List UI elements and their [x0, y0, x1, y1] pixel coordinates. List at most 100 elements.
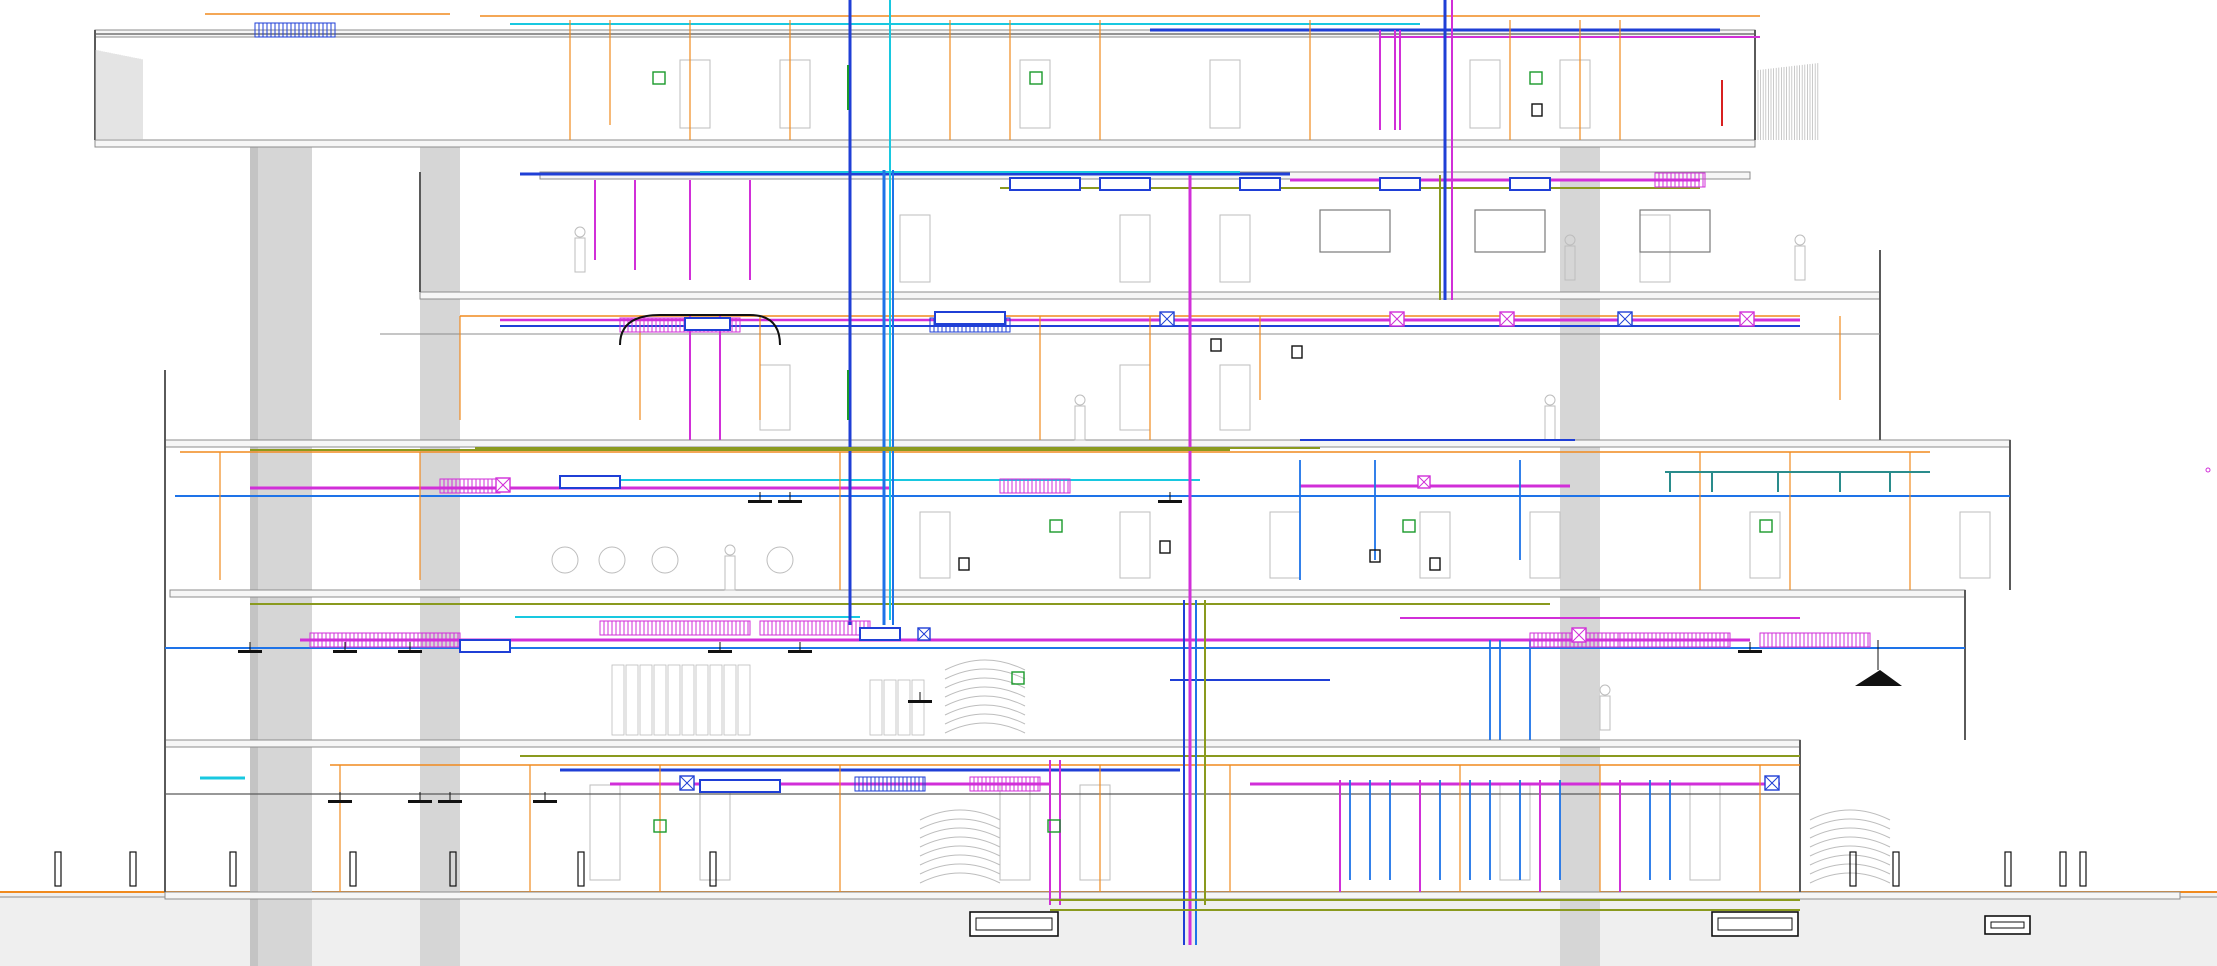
bollard — [709, 851, 717, 887]
rectangular-duct-segment — [859, 627, 901, 641]
air-diffuser — [328, 800, 352, 803]
floor-slab-4 — [419, 291, 1881, 300]
flexible-duct — [759, 620, 871, 636]
person-figure-head — [1074, 394, 1086, 406]
mechanical-unit-3 — [1984, 915, 2031, 935]
air-diffuser — [1158, 500, 1182, 503]
rectangular-duct-segment — [559, 475, 621, 489]
duct-damper-symbol — [1739, 311, 1755, 327]
interior-door — [1269, 511, 1301, 579]
rectangular-duct-segment — [1239, 177, 1281, 191]
flexible-duct — [599, 620, 751, 636]
interior-door — [1219, 364, 1251, 431]
structural-column-1 — [250, 140, 312, 966]
person-figure-head — [1599, 684, 1611, 696]
interior-door — [1959, 511, 1991, 579]
control-panel-box — [1402, 519, 1416, 533]
control-panel-box — [1529, 71, 1543, 85]
duct-damper-symbol — [917, 627, 931, 641]
control-panel-box — [1759, 519, 1773, 533]
duct-damper-symbol — [1499, 311, 1515, 327]
equipment-symbols — [238, 71, 2211, 937]
bookshelf-unit — [723, 664, 737, 736]
person-figure-body — [574, 237, 586, 273]
mechanical-unit-1 — [969, 911, 1059, 937]
interior-door — [1469, 59, 1501, 129]
duct-damper-symbol — [495, 477, 511, 493]
floor-slab-8 — [164, 891, 2181, 900]
bookshelf-unit — [667, 664, 681, 736]
interior-door — [1119, 364, 1151, 431]
bookshelf-unit — [869, 679, 883, 736]
bollard — [349, 851, 357, 887]
access-panel — [1291, 345, 1303, 359]
person-figure-body — [1599, 695, 1611, 731]
flexible-duct — [254, 22, 336, 38]
bookshelf-unit — [611, 664, 625, 736]
interior-door — [1529, 511, 1561, 579]
interior-door — [919, 511, 951, 579]
access-panel — [1429, 557, 1441, 571]
duct-damper-symbol — [1617, 311, 1633, 327]
building-structure — [0, 29, 2217, 966]
air-diffuser — [398, 650, 422, 653]
interior-door — [679, 59, 711, 129]
interior-door — [1559, 59, 1591, 129]
air-diffuser — [778, 500, 802, 503]
bollard — [1849, 851, 1857, 887]
bookshelf-unit — [653, 664, 667, 736]
interior-door — [779, 59, 811, 129]
spiral-stair-tread — [919, 872, 1001, 884]
rectangular-duct-segment — [459, 639, 511, 653]
person-figure-body — [1074, 405, 1086, 441]
rectangular-duct-segment — [684, 317, 731, 331]
person-figure-head — [1544, 394, 1556, 406]
flexible-duct — [1759, 632, 1871, 648]
structural-column-2 — [420, 140, 460, 966]
bookshelf-unit — [911, 679, 925, 736]
access-panel — [1531, 103, 1543, 117]
person-figure-head — [574, 226, 586, 238]
interior-door — [589, 784, 621, 881]
window-frame — [1474, 209, 1546, 253]
ground-fill — [0, 892, 2217, 966]
floor-slab-7 — [164, 739, 1801, 748]
interior-door — [1219, 214, 1251, 283]
duct-damper-symbol — [1417, 475, 1431, 489]
bookshelf-unit — [883, 679, 897, 736]
air-diffuser — [908, 700, 932, 703]
pendant-lamp — [1855, 670, 1902, 686]
control-panel-box — [1049, 519, 1063, 533]
floor-slab-2 — [94, 139, 1756, 148]
control-panel-box — [652, 71, 666, 85]
interior-door — [1119, 214, 1151, 283]
flexible-duct — [999, 478, 1071, 494]
bollard — [2004, 851, 2012, 887]
interior-door — [1499, 784, 1531, 881]
bookshelf-unit — [639, 664, 653, 736]
interior-door — [1119, 511, 1151, 579]
duct-damper-symbol — [1571, 627, 1587, 643]
bollard — [54, 851, 62, 887]
mep-section-canvas — [0, 0, 2217, 966]
control-panel-box — [1029, 71, 1043, 85]
structural-column-3 — [1560, 140, 1600, 966]
person-figure-head — [1794, 234, 1806, 246]
air-diffuser — [238, 650, 262, 653]
air-diffuser — [708, 650, 732, 653]
person-figure-head — [724, 544, 736, 556]
rectangular-duct-segment — [934, 311, 1006, 325]
bookshelf-unit — [709, 664, 723, 736]
interior-door — [1639, 214, 1671, 283]
floor-slab-5 — [164, 439, 2011, 448]
air-diffuser — [748, 500, 772, 503]
bollard — [129, 851, 137, 887]
bollard — [2059, 851, 2067, 887]
plant-foliage — [651, 546, 679, 574]
rectangular-duct-segment — [1099, 177, 1151, 191]
air-diffuser — [333, 650, 357, 653]
rectangular-duct-segment — [1009, 177, 1081, 191]
rectangular-duct-segment — [699, 779, 781, 793]
interior-door — [1419, 511, 1451, 579]
mechanical-unit-2 — [1711, 911, 1799, 937]
